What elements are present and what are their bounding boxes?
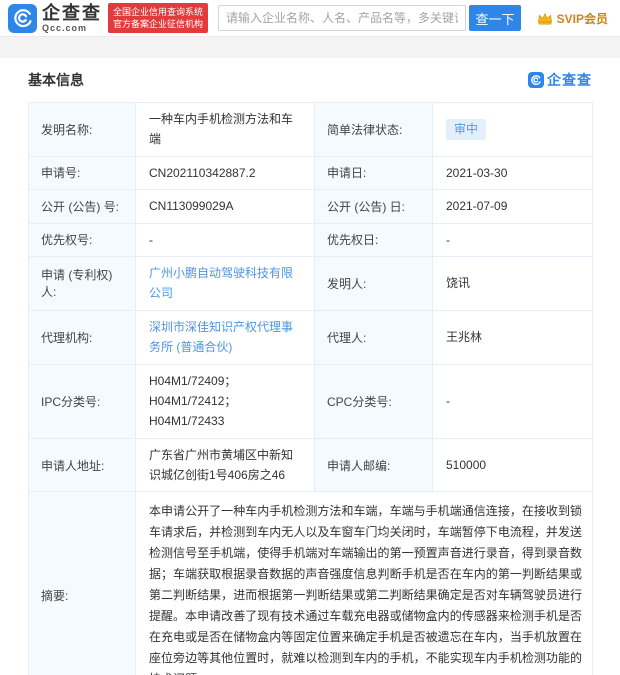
field-label-agency: 代理机构: (29, 310, 136, 364)
search-bar: 查一下 (218, 5, 521, 31)
field-value-publication-number: CN113099029A (136, 190, 315, 223)
table-row: 发明名称: 一种车内手机检测方法和车端 简单法律状态: 审中 (29, 103, 593, 157)
svip-member-link[interactable]: SVIP会员 (537, 10, 608, 27)
field-label-abstract: 摘要: (29, 492, 136, 675)
logo-name: 企查查 (42, 4, 102, 22)
field-value-invention-name: 一种车内手机检测方法和车端 (136, 103, 315, 157)
field-label-priority-date: 优先权日: (315, 223, 433, 256)
field-label-priority-number: 优先权号: (29, 223, 136, 256)
search-input[interactable] (218, 5, 466, 31)
field-label-cpc-class: CPC分类号: (315, 364, 433, 438)
table-row: 代理机构: 深圳市深佳知识产权代理事务所 (普通合伙) 代理人: 王兆林 (29, 310, 593, 364)
field-label-application-date: 申请日: (315, 156, 433, 189)
table-row: 申请 (专利权) 人: 广州小鹏自动驾驶科技有限公司 发明人: 饶讯 (29, 256, 593, 310)
field-label-applicant-zipcode: 申请人邮编: (315, 438, 433, 492)
svip-label: SVIP会员 (557, 10, 608, 27)
table-row: 公开 (公告) 号: CN113099029A 公开 (公告) 日: 2021-… (29, 190, 593, 223)
field-value-application-number: CN202110342887.2 (136, 156, 315, 189)
field-value-abstract: 本申请公开了一种车内手机检测方法和车端，车端与手机端通信连接，在接收到锁车请求后… (136, 492, 593, 675)
table-row: IPC分类号: H04M1/72409； H04M1/72412； H04M1/… (29, 364, 593, 438)
field-value-ipc-class: H04M1/72409； H04M1/72412； H04M1/72433 (136, 364, 315, 438)
table-row: 申请号: CN202110342887.2 申请日: 2021-03-30 (29, 156, 593, 189)
table-row-abstract: 摘要: 本申请公开了一种车内手机检测方法和车端，车端与手机端通信连接，在接收到锁… (29, 492, 593, 675)
applicant-company-link[interactable]: 广州小鹏自动驾驶科技有限公司 (149, 266, 293, 300)
header-divider-band (0, 36, 620, 58)
field-label-applicant-address: 申请人地址: (29, 438, 136, 492)
field-label-publication-date: 公开 (公告) 日: (315, 190, 433, 223)
search-button[interactable]: 查一下 (469, 5, 521, 31)
field-label-inventor: 发明人: (315, 256, 433, 310)
field-label-publication-number: 公开 (公告) 号: (29, 190, 136, 223)
table-row: 优先权号: - 优先权日: - (29, 223, 593, 256)
field-value-agent: 王兆林 (433, 310, 593, 364)
qcc-watermark: 企查查 (528, 70, 592, 90)
field-value-cpc-class: - (433, 364, 593, 438)
qcc-watermark-icon (528, 72, 544, 88)
crown-icon (537, 11, 553, 25)
agency-link[interactable]: 深圳市深佳知识产权代理事务所 (普通合伙) (149, 320, 293, 354)
field-label-applicant: 申请 (专利权) 人: (29, 256, 136, 310)
field-value-applicant-address: 广东省广州市黄埔区中新知识城亿创街1号406房之46 (136, 438, 315, 492)
field-value-publication-date: 2021-07-09 (433, 190, 593, 223)
gov-credit-badge: 全国企业信用查询系统 官方备案企业征信机构 (108, 3, 208, 33)
logo-domain: Qcc.com (42, 24, 102, 33)
patent-info-table: 发明名称: 一种车内手机检测方法和车端 简单法律状态: 审中 申请号: CN20… (28, 102, 593, 675)
field-value-inventor: 饶讯 (433, 256, 593, 310)
qcc-watermark-text: 企查查 (547, 70, 592, 90)
field-value-priority-date: - (433, 223, 593, 256)
field-label-invention-name: 发明名称: (29, 103, 136, 157)
field-value-application-date: 2021-03-30 (433, 156, 593, 189)
field-label-ipc-class: IPC分类号: (29, 364, 136, 438)
qcc-logo-text[interactable]: 企查查 Qcc.com (42, 4, 102, 33)
field-label-simple-legal-status: 简单法律状态: (315, 103, 433, 157)
field-label-agent: 代理人: (315, 310, 433, 364)
gov-badge-line2: 官方备案企业征信机构 (113, 18, 203, 30)
top-header: 企查查 Qcc.com 全国企业信用查询系统 官方备案企业征信机构 查一下 SV… (0, 0, 620, 36)
basic-info-panel: 基本信息 企查查 发明名称: 一种车内手机检测方法和车端 简单法律状态: 审中 … (0, 58, 620, 675)
field-label-application-number: 申请号: (29, 156, 136, 189)
qcc-logo-icon[interactable] (8, 4, 37, 33)
field-value-applicant-zipcode: 510000 (433, 438, 593, 492)
table-row: 申请人地址: 广东省广州市黄埔区中新知识城亿创街1号406房之46 申请人邮编:… (29, 438, 593, 492)
gov-badge-line1: 全国企业信用查询系统 (113, 6, 203, 18)
status-badge: 审中 (446, 119, 486, 140)
section-title: 基本信息 (28, 70, 84, 90)
field-value-priority-number: - (136, 223, 315, 256)
